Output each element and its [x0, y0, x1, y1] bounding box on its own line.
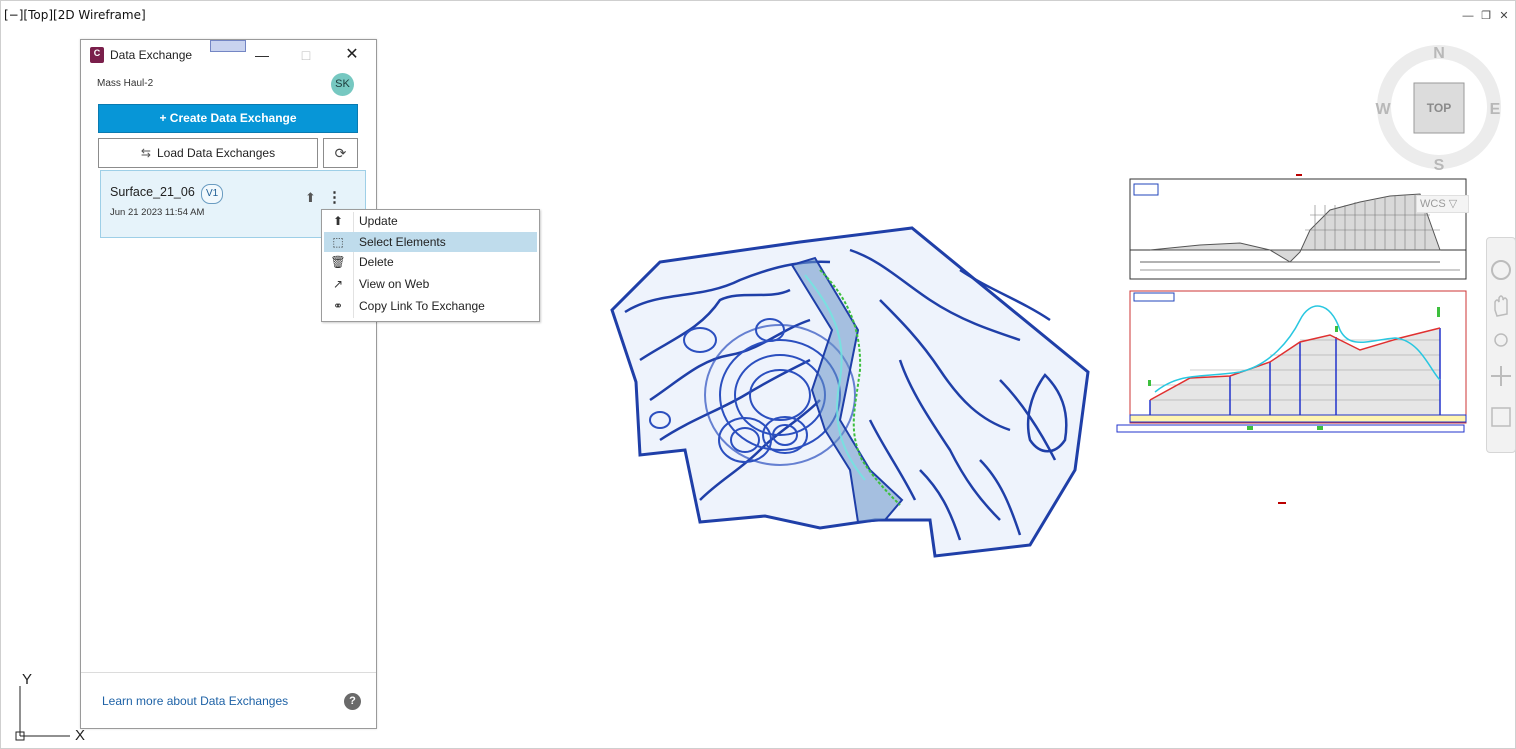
panel-title: Data Exchange: [110, 48, 193, 62]
showmotion-icon[interactable]: [1491, 407, 1511, 427]
wcs-dropdown[interactable]: WCS ▽: [1416, 195, 1469, 213]
project-name: Mass Haul-2: [97, 78, 154, 89]
viewcube-face-label: TOP: [1427, 101, 1451, 115]
exchange-date: Jun 21 2023 11:54 AM: [110, 207, 205, 218]
version-badge: V1: [201, 184, 224, 204]
compass-west[interactable]: W: [1375, 101, 1391, 118]
context-menu: ⬆ Update ⬚ Select Elements 🗑 Delete ↗ Vi…: [321, 209, 540, 322]
viewcube[interactable]: TOP N S E W WCS: [1370, 40, 1510, 180]
compass-north[interactable]: N: [1433, 45, 1445, 62]
refresh-icon: ⟳: [334, 145, 347, 161]
avatar[interactable]: SK: [331, 73, 354, 96]
steering-wheel-icon[interactable]: [1491, 260, 1511, 280]
pan-icon[interactable]: [1494, 295, 1508, 317]
wcs-dropdown-label: WCS: [1420, 198, 1446, 210]
upload-icon[interactable]: ⬆: [305, 190, 316, 206]
orbit-icon[interactable]: [1491, 366, 1511, 386]
help-icon[interactable]: ?: [344, 693, 361, 710]
menu-item-label: Copy Link To Exchange: [359, 299, 485, 313]
panel-divider: [81, 672, 376, 673]
menu-item-view-on-web[interactable]: ↗ View on Web: [324, 274, 537, 294]
load-data-exchanges-button[interactable]: ⇆ Load Data Exchanges: [98, 138, 318, 168]
ucs-x-label: X: [75, 727, 85, 744]
link-icon: ⚭: [332, 299, 344, 313]
minimize-button[interactable]: —: [250, 45, 274, 65]
panel-drag-handle[interactable]: [210, 40, 246, 52]
zoom-icon[interactable]: [1494, 333, 1508, 347]
profile-view[interactable]: [1116, 290, 1467, 433]
upload-icon: ⬆: [332, 214, 344, 228]
create-data-exchange-button[interactable]: + Create Data Exchange: [98, 104, 358, 133]
mass-haul-view[interactable]: [1129, 174, 1467, 280]
compass-east[interactable]: E: [1490, 101, 1501, 118]
menu-item-update[interactable]: ⬆ Update: [324, 211, 537, 231]
close-button[interactable]: ✕: [340, 45, 364, 65]
surface-boundary[interactable]: [610, 226, 1090, 558]
more-options-icon[interactable]: ⋮: [327, 188, 342, 206]
trash-icon: 🗑: [330, 255, 346, 269]
menu-item-copy-link[interactable]: ⚭ Copy Link To Exchange: [324, 296, 537, 316]
compass-south[interactable]: S: [1434, 157, 1445, 174]
refresh-button[interactable]: ⟳: [323, 138, 358, 168]
navigation-bar: [1486, 237, 1516, 453]
menu-item-label: Delete: [359, 255, 394, 269]
menu-item-label: Update: [359, 214, 398, 228]
ucs-y-label: Y: [22, 671, 32, 688]
menu-item-select-elements[interactable]: ⬚ Select Elements: [324, 232, 537, 252]
load-button-label: Load Data Exchanges: [156, 146, 276, 160]
external-link-icon: ↗: [332, 277, 344, 291]
data-exchange-panel: C Data Exchange — □ ✕ Mass Haul-2 SK + C…: [80, 39, 377, 729]
app-icon: C: [90, 47, 104, 63]
select-elements-icon: ⬚: [332, 235, 344, 249]
menu-item-label: View on Web: [359, 277, 430, 291]
maximize-button[interactable]: □: [294, 45, 318, 65]
learn-more-link[interactable]: Learn more about Data Exchanges: [102, 694, 288, 708]
exchange-title: Surface_21_06: [110, 185, 195, 199]
menu-item-delete[interactable]: 🗑 Delete: [324, 252, 537, 272]
menu-item-label: Select Elements: [359, 235, 446, 249]
swap-arrows-icon: ⇆: [140, 146, 151, 160]
